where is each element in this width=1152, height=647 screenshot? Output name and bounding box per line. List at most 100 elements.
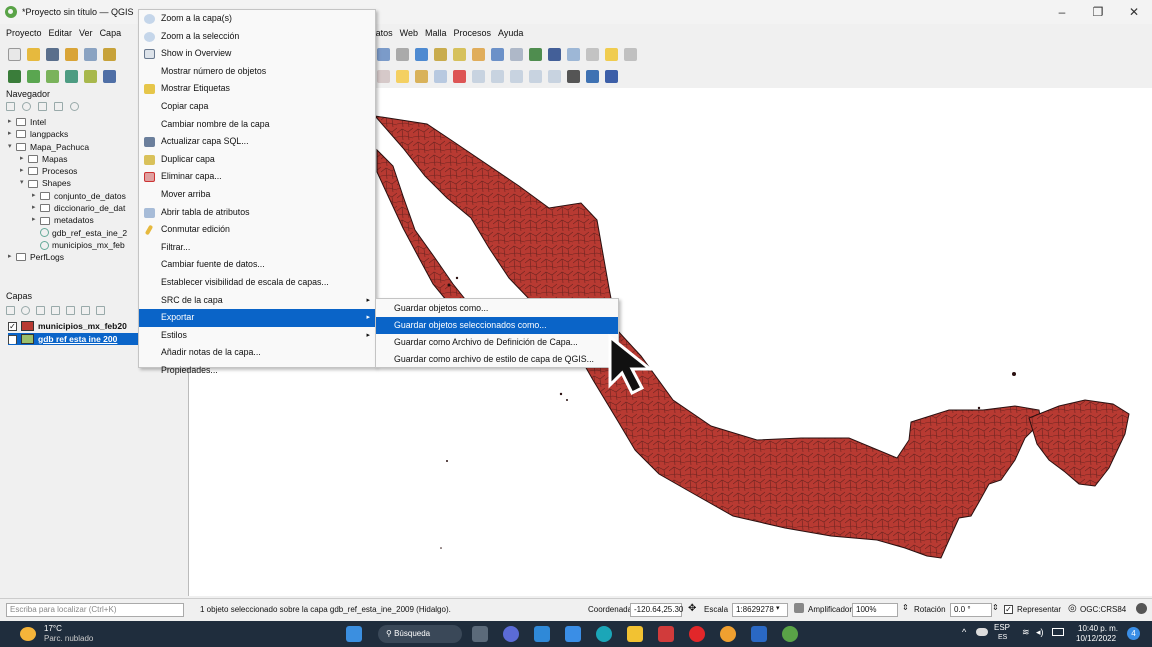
tree-item-conjunto[interactable]: ▸ conjunto_de_datos bbox=[8, 190, 127, 202]
annotation-icon[interactable] bbox=[605, 47, 618, 61]
locate-input[interactable]: Escriba para localizar (Ctrl+K) bbox=[6, 603, 184, 617]
submenu-save-layer-definition[interactable]: Guardar como Archivo de Definición de Ca… bbox=[376, 334, 618, 351]
refresh-nav-icon[interactable] bbox=[22, 102, 31, 111]
menu-show-feature-count[interactable]: Mostrar número de objetos bbox=[139, 63, 375, 81]
open-project-icon[interactable] bbox=[27, 47, 40, 61]
label-icon[interactable] bbox=[396, 69, 409, 83]
menu-layer-crs[interactable]: SRC de la capa ▸ bbox=[139, 292, 375, 310]
lock-scale-icon[interactable] bbox=[794, 603, 804, 613]
remove-layer-toolbar-icon[interactable] bbox=[96, 306, 105, 315]
tree-item-procesos[interactable]: ▸ Procesos bbox=[8, 165, 127, 177]
menu-zoom-to-selection[interactable]: Zoom a la selección bbox=[139, 28, 375, 46]
add-wms-icon[interactable] bbox=[103, 69, 116, 83]
layout-manager-icon[interactable] bbox=[103, 47, 116, 61]
menu-change-data-source[interactable]: Cambiar fuente de datos... bbox=[139, 256, 375, 274]
menu-properties[interactable]: Propiedades... bbox=[139, 351, 375, 375]
new-project-icon[interactable] bbox=[8, 47, 21, 61]
select-icon[interactable] bbox=[434, 47, 447, 61]
file-explorer-icon[interactable] bbox=[627, 626, 643, 642]
menu-capa[interactable]: Capa bbox=[100, 28, 122, 38]
restore-icon[interactable]: ❐ bbox=[1080, 0, 1116, 24]
select-value-icon[interactable] bbox=[453, 47, 466, 61]
office-icon[interactable] bbox=[658, 626, 674, 642]
tree-item-diccionario[interactable]: ▸ diccionario_de_dat bbox=[8, 202, 127, 214]
submenu-save-features-as[interactable]: Guardar objetos como... bbox=[376, 300, 618, 317]
weather-icon[interactable] bbox=[20, 627, 36, 641]
style-panel-icon[interactable] bbox=[6, 306, 15, 315]
widgets-icon[interactable] bbox=[534, 626, 550, 642]
diagram-icon[interactable] bbox=[510, 69, 523, 83]
tree-item-mapa-pachuca[interactable]: ▾ Mapa_Pachuca bbox=[8, 141, 127, 153]
add-csv-icon[interactable] bbox=[65, 69, 78, 83]
coord-input[interactable]: -120.64,25.30 bbox=[630, 603, 683, 617]
tree-item-metadatos[interactable]: ▸ metadatos bbox=[8, 214, 127, 226]
menu-remove-layer[interactable]: Eliminar capa... bbox=[139, 168, 375, 186]
collapse-icon[interactable] bbox=[54, 102, 63, 111]
add-group-icon[interactable] bbox=[21, 306, 30, 315]
redo-icon[interactable] bbox=[377, 69, 390, 83]
edge-icon[interactable] bbox=[596, 626, 612, 642]
menu-malla[interactable]: Malla bbox=[425, 28, 447, 38]
rotation-input[interactable]: 0.0 ° bbox=[950, 603, 992, 617]
menu-editar[interactable]: Editar bbox=[49, 28, 73, 38]
word-icon[interactable] bbox=[751, 626, 767, 642]
rotation-stepper-icon[interactable]: ⇕ bbox=[992, 603, 999, 612]
task-view-icon[interactable] bbox=[472, 626, 488, 642]
tree-item-gdb-ref[interactable]: gdb_ref_esta_ine_2 bbox=[8, 227, 127, 239]
layer-visibility-checkbox[interactable]: ✓ bbox=[8, 321, 17, 331]
search-icon[interactable] bbox=[624, 47, 637, 61]
refresh-icon[interactable] bbox=[415, 47, 428, 61]
collapse-all-icon[interactable] bbox=[81, 306, 90, 315]
menu-open-attribute-table[interactable]: Abrir tabla de atributos bbox=[139, 204, 375, 222]
python-icon[interactable] bbox=[586, 69, 599, 83]
menu-procesos[interactable]: Procesos bbox=[453, 28, 491, 38]
notification-badge[interactable]: 4 bbox=[1127, 627, 1140, 640]
tree-item-perflogs[interactable]: ▸ PerfLogs bbox=[8, 251, 127, 263]
save-project-icon[interactable] bbox=[46, 47, 59, 61]
submenu-save-selected-features-as[interactable]: Guardar objetos seleccionados como... bbox=[376, 317, 618, 334]
clock-time[interactable]: 10:40 p. m. bbox=[1078, 624, 1118, 633]
tree-item-mapas[interactable]: ▸ Mapas bbox=[8, 153, 127, 165]
plugin-icon[interactable] bbox=[567, 69, 580, 83]
menu-set-scale-visibility[interactable]: Establecer visibilidad de escala de capa… bbox=[139, 274, 375, 292]
menu-toggle-editing[interactable]: Conmutar edición bbox=[139, 221, 375, 239]
add-layer-icon[interactable] bbox=[8, 69, 21, 83]
identify-features-icon[interactable] bbox=[491, 47, 504, 61]
windows-start-icon[interactable] bbox=[346, 626, 362, 642]
menu-filter[interactable]: Filtrar... bbox=[139, 239, 375, 257]
filter-legend-icon[interactable] bbox=[51, 306, 60, 315]
submenu-save-qgis-style[interactable]: Guardar como archivo de estilo de capa d… bbox=[376, 351, 618, 368]
label-pin-all-icon[interactable] bbox=[548, 69, 561, 83]
menu-ver[interactable]: Ver bbox=[79, 28, 93, 38]
expand-all-icon[interactable] bbox=[66, 306, 75, 315]
tree-item-langpacks[interactable]: ▸ langpacks bbox=[8, 128, 127, 140]
chrome-icon[interactable] bbox=[720, 626, 736, 642]
add-gpx-icon[interactable] bbox=[84, 69, 97, 83]
coord-toggle-icon[interactable]: ✥ bbox=[688, 603, 696, 614]
label-move-icon[interactable] bbox=[453, 69, 466, 83]
menu-rename-layer[interactable]: Cambiar nombre de la capa bbox=[139, 116, 375, 134]
tree-item-intel[interactable]: ▸ Intel bbox=[8, 116, 127, 128]
measure-icon[interactable] bbox=[586, 47, 599, 61]
menu-update-sql-layer[interactable]: Actualizar capa SQL... bbox=[139, 133, 375, 151]
wifi-icon[interactable]: ≋ bbox=[1022, 627, 1030, 638]
clock-date[interactable]: 10/12/2022 bbox=[1076, 634, 1116, 643]
menu-show-labels[interactable]: Mostrar Etiquetas bbox=[139, 80, 375, 98]
deselect-icon[interactable] bbox=[472, 47, 485, 61]
scale-dropdown-icon[interactable]: ▾ bbox=[776, 604, 780, 612]
save-as-icon[interactable] bbox=[65, 47, 78, 61]
menu-duplicate-layer[interactable]: Duplicar capa bbox=[139, 151, 375, 169]
taskbar-search[interactable]: ⚲ Búsqueda bbox=[378, 625, 462, 643]
help-icon[interactable] bbox=[605, 69, 618, 83]
label-rotate-icon[interactable] bbox=[472, 69, 485, 83]
volume-icon[interactable]: ◂) bbox=[1036, 627, 1044, 638]
add-raster-icon[interactable] bbox=[27, 69, 40, 83]
qgis-taskbar-icon[interactable] bbox=[782, 626, 798, 642]
menu-proyecto[interactable]: Proyecto bbox=[6, 28, 42, 38]
label-show-icon[interactable] bbox=[434, 69, 447, 83]
magnifier-stepper-icon[interactable]: ⇕ bbox=[902, 603, 909, 612]
menu-web[interactable]: Web bbox=[400, 28, 418, 38]
render-checkbox[interactable]: ✓ bbox=[1004, 605, 1013, 614]
tree-item-shapes[interactable]: ▾ Shapes bbox=[8, 177, 127, 189]
print-layout-icon[interactable] bbox=[84, 47, 97, 61]
